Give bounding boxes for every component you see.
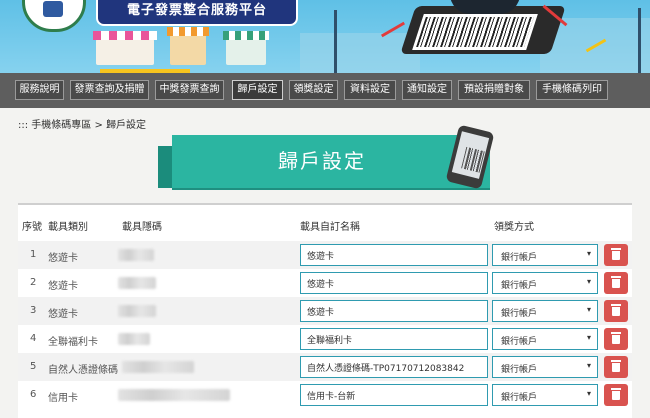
nav-item-default-donation[interactable]: 預設捐贈對象 <box>458 80 530 100</box>
masked-code <box>118 277 156 289</box>
row-index: 1 <box>30 249 37 260</box>
shop-illustration <box>223 31 269 65</box>
trash-icon <box>611 388 621 400</box>
trash-icon <box>611 360 621 372</box>
row-type: 悠遊卡 <box>48 253 78 264</box>
nav-item-prize-settings[interactable]: 領獎設定 <box>289 80 338 100</box>
masked-code <box>118 333 150 345</box>
header-banner: 電子發票整合服務平台 <box>0 0 650 73</box>
row-index: 2 <box>30 277 37 288</box>
custom-name-input[interactable] <box>300 300 488 322</box>
delete-button[interactable] <box>604 384 628 406</box>
custom-name-input[interactable] <box>300 328 488 350</box>
breadcrumb: ::: 手機條碼專區 > 歸戶設定 <box>18 116 146 131</box>
custom-name-input[interactable] <box>300 384 488 406</box>
header-code: 載具隱碼 <box>122 222 162 233</box>
method-value: 銀行帳戶 <box>501 281 538 291</box>
delete-button[interactable] <box>604 356 628 378</box>
method-select[interactable]: 銀行帳戶 ▾ <box>492 356 598 378</box>
chevron-down-icon: ▾ <box>586 389 591 398</box>
masked-code <box>118 305 156 317</box>
breadcrumb-link-parent[interactable]: 手機條碼專區 <box>31 120 91 131</box>
delete-button[interactable] <box>604 272 628 294</box>
row-index: 5 <box>30 361 37 372</box>
custom-name-input[interactable] <box>300 272 488 294</box>
table-row: 5 自然人憑證條碼 銀行帳戶 ▾ <box>18 353 632 381</box>
site-logo[interactable] <box>22 0 86 32</box>
chevron-down-icon: ▾ <box>586 305 591 314</box>
nav-item-service[interactable]: 服務說明 <box>15 80 64 100</box>
table-row: 1 悠遊卡 銀行帳戶 ▾ <box>18 241 632 269</box>
breadcrumb-prefix: ::: <box>18 120 29 131</box>
carrier-table: 序號 載具類別 載具隱碼 載具自訂名稱 領獎方式 1 悠遊卡 銀行帳戶 ▾ 2 … <box>18 203 632 418</box>
method-select[interactable]: 銀行帳戶 ▾ <box>492 244 598 266</box>
header-index: 序號 <box>22 222 42 233</box>
main-nav: 服務說明 發票查詢及捐贈 中獎發票查詢 歸戶設定 領獎設定 資料設定 通知設定 … <box>0 73 650 108</box>
row-type: 自然人憑證條碼 <box>48 365 118 376</box>
method-value: 銀行帳戶 <box>501 309 538 319</box>
trash-icon <box>611 248 621 260</box>
row-type: 悠遊卡 <box>48 309 78 320</box>
trash-icon <box>611 276 621 288</box>
nav-item-account-settings[interactable]: 歸戶設定 <box>232 80 283 100</box>
trash-icon <box>611 332 621 344</box>
method-value: 銀行帳戶 <box>501 253 538 263</box>
method-value: 銀行帳戶 <box>501 393 538 403</box>
chevron-down-icon: ▾ <box>586 249 591 258</box>
delete-button[interactable] <box>604 300 628 322</box>
chevron-down-icon: ▾ <box>586 277 591 286</box>
table-row: 3 悠遊卡 銀行帳戶 ▾ <box>18 297 632 325</box>
delete-button[interactable] <box>604 328 628 350</box>
site-title: 電子發票整合服務平台 <box>96 0 298 26</box>
street-lamp-decoration <box>334 10 337 73</box>
custom-name-input[interactable] <box>300 244 488 266</box>
nav-item-data-settings[interactable]: 資料設定 <box>344 80 396 100</box>
shop-illustration <box>167 27 209 65</box>
masked-code <box>122 361 194 373</box>
nav-item-barcode-print[interactable]: 手機條碼列印 <box>536 80 608 100</box>
table-row: 4 全聯福利卡 銀行帳戶 ▾ <box>18 325 632 353</box>
breadcrumb-separator: > <box>94 120 103 131</box>
page-heading-banner: 歸戶設定 <box>172 135 490 188</box>
row-index: 4 <box>30 333 37 344</box>
row-index: 3 <box>30 305 37 316</box>
masked-code <box>118 389 230 401</box>
nav-item-winning-query[interactable]: 中獎發票查詢 <box>155 80 224 100</box>
row-type: 全聯福利卡 <box>48 337 98 348</box>
nav-item-invoice-query[interactable]: 發票查詢及捐贈 <box>70 80 149 100</box>
method-value: 銀行帳戶 <box>501 337 538 347</box>
method-select[interactable]: 銀行帳戶 ▾ <box>492 384 598 406</box>
header-method: 領獎方式 <box>494 222 534 233</box>
header-type: 載具類別 <box>48 222 88 233</box>
page-title: 歸戶設定 <box>278 149 366 173</box>
chevron-down-icon: ▾ <box>586 333 591 342</box>
delete-button[interactable] <box>604 244 628 266</box>
table-row: 6 信用卡 銀行帳戶 ▾ <box>18 381 632 409</box>
breadcrumb-current: 歸戶設定 <box>106 120 147 131</box>
custom-name-input[interactable] <box>300 356 488 378</box>
street-lamp-decoration <box>638 8 641 73</box>
method-select[interactable]: 銀行帳戶 ▾ <box>492 272 598 294</box>
header-custom-name: 載具自訂名稱 <box>300 222 360 233</box>
nav-item-notification-settings[interactable]: 通知設定 <box>402 80 452 100</box>
chevron-down-icon: ▾ <box>586 361 591 370</box>
barcode-illustration <box>412 14 538 50</box>
row-index: 6 <box>30 389 37 400</box>
trash-icon <box>611 304 621 316</box>
method-select[interactable]: 銀行帳戶 ▾ <box>492 328 598 350</box>
shop-illustration <box>93 31 157 65</box>
method-value: 銀行帳戶 <box>501 365 538 375</box>
method-select[interactable]: 銀行帳戶 ▾ <box>492 300 598 322</box>
masked-code <box>118 249 154 261</box>
table-row: 2 悠遊卡 銀行帳戶 ▾ <box>18 269 632 297</box>
row-type: 悠遊卡 <box>48 281 78 292</box>
row-type: 信用卡 <box>48 393 78 404</box>
table-header: 序號 載具類別 載具隱碼 載具自訂名稱 領獎方式 <box>18 213 632 237</box>
